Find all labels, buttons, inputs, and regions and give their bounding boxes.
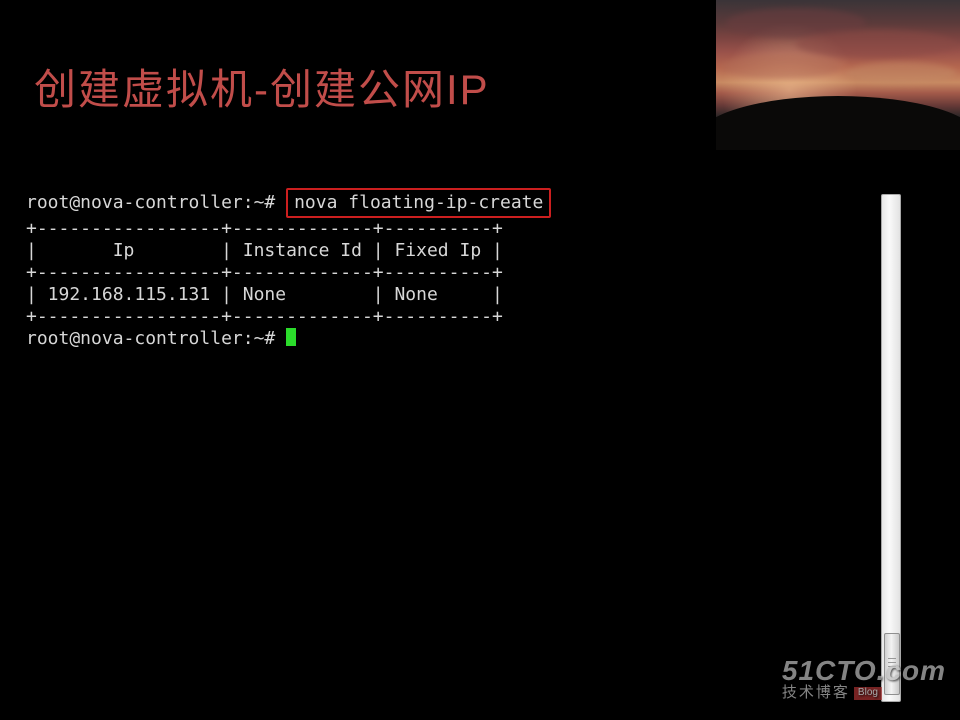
terminal-output: root@nova-controller:~# nova floating-ip… (16, 152, 890, 720)
watermark-badge: Blog (854, 687, 882, 700)
watermark: 51CTO.com 技术博客 Blog (782, 656, 946, 702)
table-divider: +-----------------+-------------+-------… (26, 218, 503, 239)
terminal-window: root@nova-controller:~# nova floating-ip… (16, 152, 918, 720)
watermark-site: 51CTO.com (782, 656, 946, 685)
shell-prompt: root@nova-controller:~# (26, 328, 275, 349)
slide: 创建虚拟机-创建公网IP root@nova-controller:~# nov… (0, 0, 960, 720)
table-divider: +-----------------+-------------+-------… (26, 306, 503, 327)
cloud-shape (846, 62, 956, 84)
sunset-horizon (716, 96, 960, 150)
slide-header: 创建虚拟机-创建公网IP (0, 0, 960, 152)
cloud-shape (796, 30, 956, 58)
shell-prompt: root@nova-controller:~# (26, 192, 275, 213)
table-header-row: | Ip | Instance Id | Fixed Ip | (26, 240, 503, 261)
sunset-image (716, 0, 960, 150)
slide-title: 创建虚拟机-创建公网IP (34, 56, 490, 117)
table-divider: +-----------------+-------------+-------… (26, 262, 503, 283)
table-data-row: | 192.168.115.131 | None | None | (26, 284, 503, 305)
cursor-block (286, 328, 296, 346)
cloud-shape (721, 55, 841, 79)
highlighted-command: nova floating-ip-create (286, 188, 551, 218)
watermark-subtitle: 技术博客 (782, 684, 850, 701)
vertical-scrollbar[interactable] (881, 194, 901, 702)
